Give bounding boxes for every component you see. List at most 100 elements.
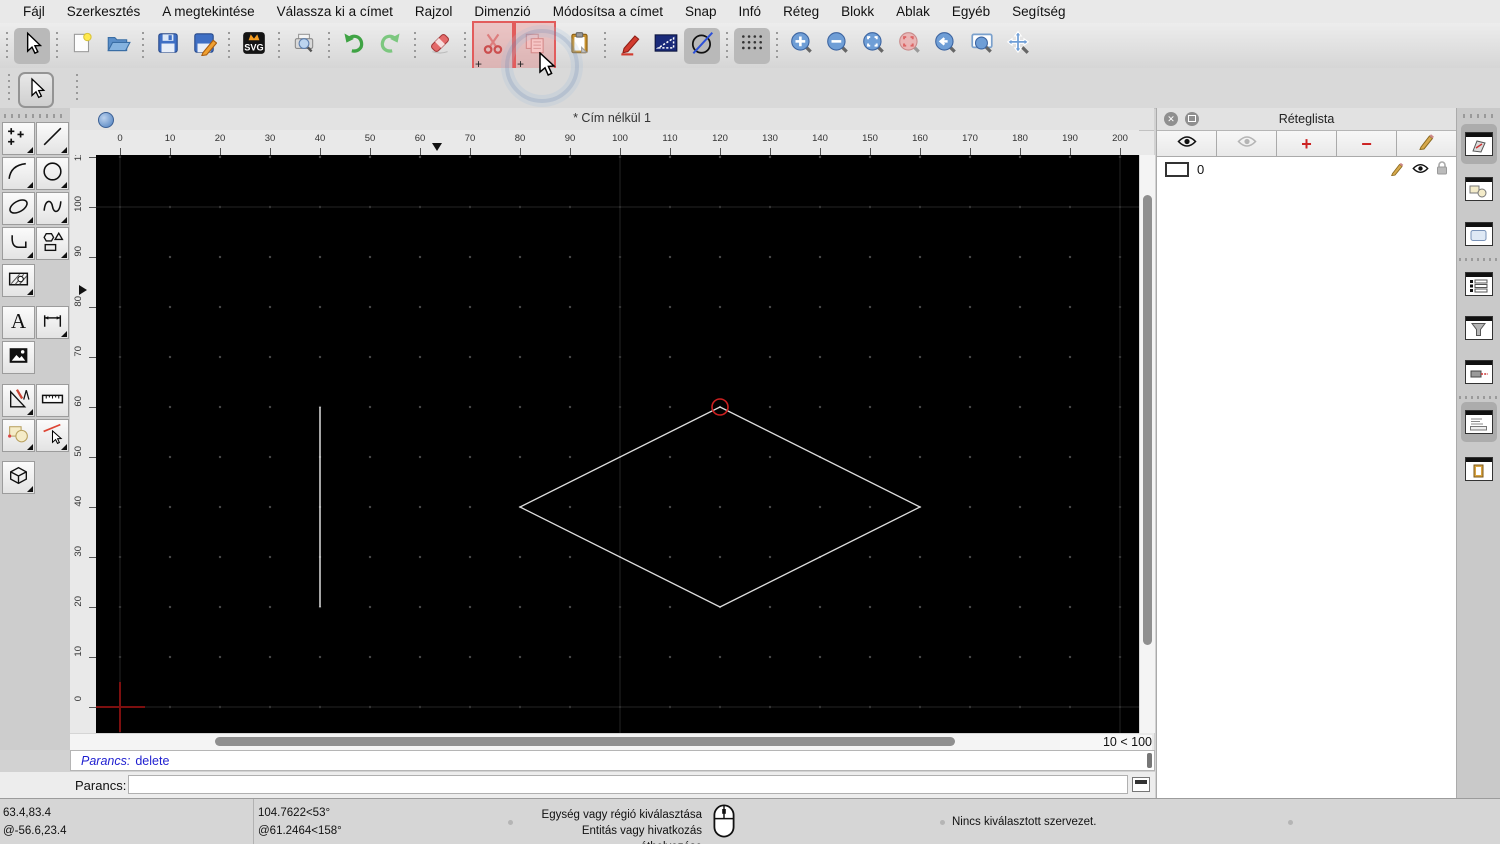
toolbar-separator [726,31,728,60]
hide-all-layers-button[interactable] [1217,131,1277,156]
open-file-button[interactable] [100,28,136,64]
dock-icon-entity-list[interactable] [1461,264,1497,304]
menu-dimension[interactable]: Dimenzió [463,4,541,19]
dock-icon-command-options[interactable] [1461,352,1497,392]
zoom-in-button[interactable] [784,28,820,64]
circles-tool-button[interactable] [36,157,69,190]
menu-file[interactable]: Fájl [12,4,56,19]
horizontal-scrollbar[interactable] [70,733,1139,751]
export-svg-button[interactable]: SVG [236,28,272,64]
dock-icon-layer-list[interactable] [1461,124,1497,164]
polar-absolute: 104.7622<53° [258,807,331,819]
undo-icon [341,30,367,61]
zoom-previous-button[interactable] [928,28,964,64]
toolbar-separator [328,31,330,60]
command-input[interactable] [128,775,1128,794]
dimensions-tool-button[interactable] [36,306,69,339]
solid-3d-tool-button[interactable] [2,461,35,494]
zoom-auto-button[interactable] [856,28,892,64]
layer-visibility-eye-icon[interactable] [1412,162,1429,177]
toolbar-drag-handle[interactable] [6,31,8,60]
zoom-selected-button[interactable] [892,28,928,64]
modify-icon [6,386,31,416]
command-history[interactable]: Parancs: delete [70,750,1155,771]
line-icon [40,124,65,154]
menu-info[interactable]: Infó [728,4,773,19]
dock-drag-handle[interactable] [1463,114,1495,118]
menu-misc[interactable]: Egyéb [941,4,1001,19]
add-layer-button[interactable]: + [1277,131,1337,156]
close-icon[interactable]: ✕ [1164,112,1178,126]
modify-attributes-tool-button[interactable] [2,419,35,452]
measure-tool-button[interactable] [36,384,69,417]
menu-window[interactable]: Ablak [885,4,941,19]
show-all-layers-button[interactable] [1157,131,1217,156]
selection-tool-button[interactable] [18,72,54,108]
keyboard-toggle-icon[interactable] [1132,777,1150,792]
save-as-button[interactable] [186,28,222,64]
dock-icon-block-list[interactable] [1461,169,1497,209]
toolbar-separator [56,31,58,60]
points-tool-button[interactable] [2,122,35,155]
edit-layer-button[interactable] [1397,131,1456,156]
toolbar-drag-handle[interactable] [8,74,10,102]
select-pointer-button[interactable] [14,27,50,64]
divide-circle-button[interactable] [684,27,720,64]
splines-tool-button[interactable] [36,192,69,225]
right-click-hint: Entitás vagy hivatkozás áthelyezése [581,825,702,844]
modify-tool-button[interactable] [2,384,35,417]
arcs-tool-button[interactable] [2,157,35,190]
undo-button[interactable] [336,28,372,64]
entity-list-window-icon [1465,272,1493,296]
text-tool-button[interactable]: A [2,306,35,339]
hatch-tool-button[interactable] [2,264,35,297]
dimension-box-button[interactable] [648,28,684,64]
menu-layer[interactable]: Réteg [772,4,830,19]
pen-attributes-button[interactable] [612,28,648,64]
pan-button[interactable] [1000,28,1036,64]
menu-draw[interactable]: Rajzol [404,4,464,19]
select-entity-tool-button[interactable] [36,419,69,452]
dock-icon-selection-filter[interactable] [1461,308,1497,348]
vertical-scrollbar-thumb[interactable] [1143,195,1152,645]
dimension-icon [40,308,65,338]
dock-icon-command-line[interactable] [1461,402,1497,442]
paste-button[interactable] [562,28,598,64]
drawing-window-titlebar[interactable]: * Cím nélkül 1 [70,108,1154,131]
shapes-tool-button[interactable] [36,227,69,260]
zoom-window-button[interactable] [964,28,1000,64]
menu-view[interactable]: A megtekintése [151,4,265,19]
redo-button[interactable] [372,28,408,64]
save-button[interactable] [150,28,186,64]
drawing-canvas[interactable] [96,155,1139,733]
lines-tool-button[interactable] [36,122,69,155]
menu-modify[interactable]: Módosítsa a címet [542,4,674,19]
delete-eraser-button[interactable] [422,28,458,64]
snap-grid-button[interactable] [734,27,770,64]
menu-help[interactable]: Segítség [1001,4,1076,19]
undock-icon[interactable] [1185,112,1199,126]
new-document-button[interactable] [64,28,100,64]
remove-layer-button[interactable]: − [1337,131,1397,156]
layer-lock-icon[interactable] [1436,161,1448,178]
image-icon [6,343,31,373]
print-preview-button[interactable] [286,28,322,64]
menu-block[interactable]: Blokk [830,4,885,19]
palette-drag-handle[interactable] [4,114,66,118]
layer-color-swatch[interactable] [1165,162,1189,177]
ellipses-tool-button[interactable] [2,192,35,225]
horizontal-scrollbar-thumb[interactable] [215,737,955,746]
command-history-scrollbar[interactable] [1147,753,1152,768]
layer-edit-pencil-icon[interactable] [1390,161,1405,179]
polylines-tool-button[interactable] [2,227,35,260]
menu-edit[interactable]: Szerkesztés [56,4,152,19]
menu-snap[interactable]: Snap [674,4,728,19]
vertical-scrollbar[interactable] [1139,155,1155,733]
dock-icon-library-browser[interactable] [1461,214,1497,254]
dock-icon-clipboard[interactable] [1461,449,1497,489]
layer-row[interactable]: 0 [1157,157,1456,182]
image-tool-button[interactable] [2,341,35,374]
zoom-out-button[interactable] [820,28,856,64]
ruler-icon [40,386,65,416]
menu-select[interactable]: Válassza ki a címet [266,4,404,19]
